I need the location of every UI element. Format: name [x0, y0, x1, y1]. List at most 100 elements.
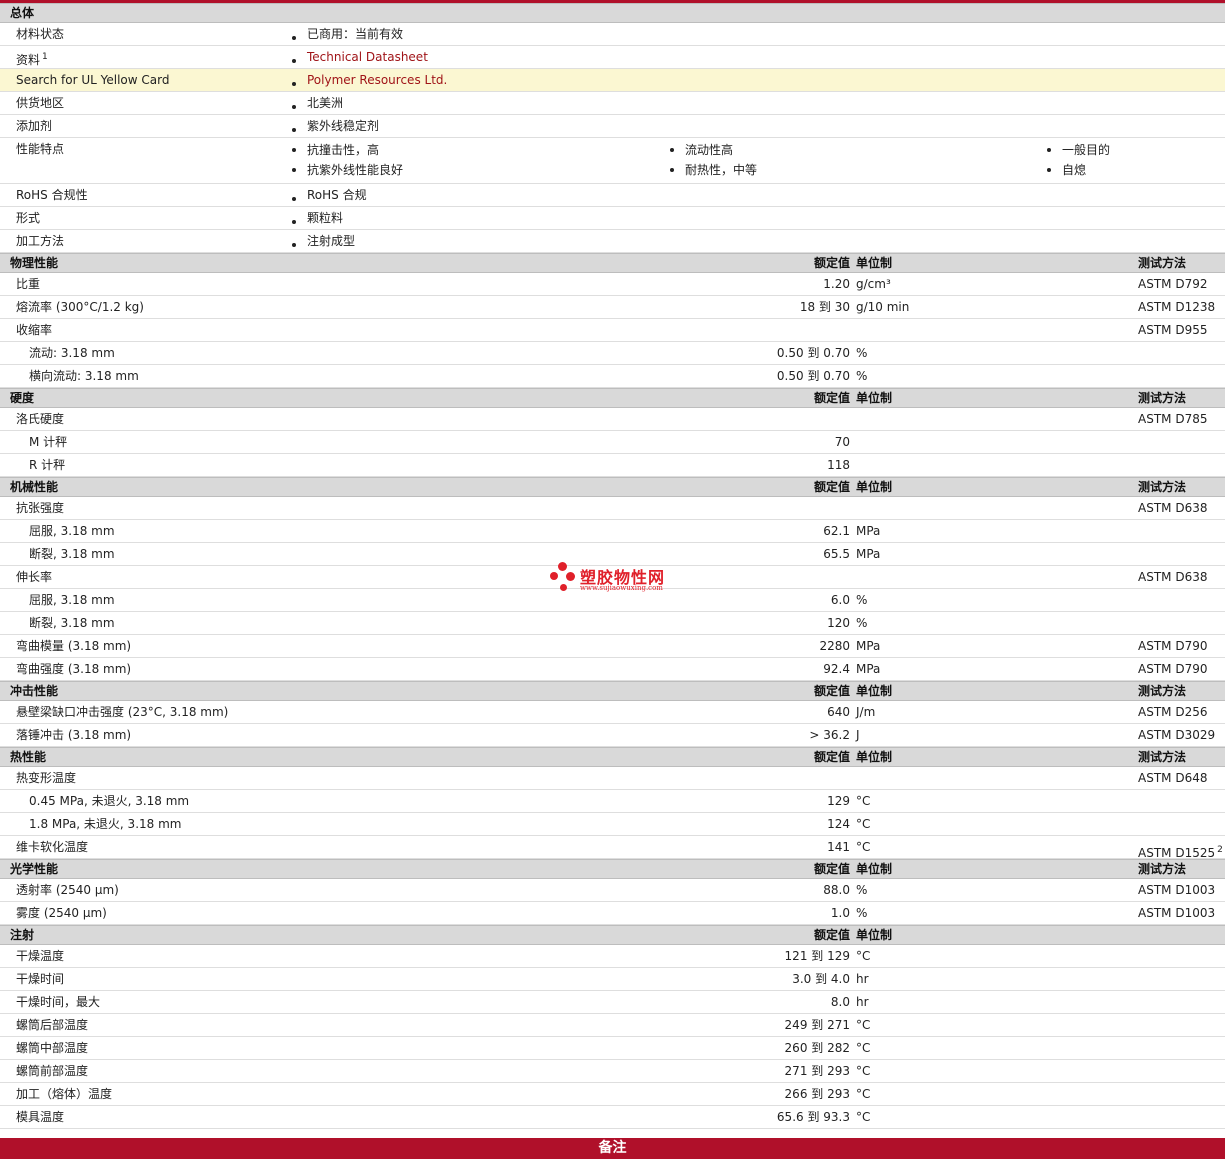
property-label: 抗张强度: [16, 501, 65, 515]
test-method: ASTM D638: [1138, 501, 1208, 515]
property-row: 比重 1.20 g/cm³ ASTM D792: [0, 273, 1225, 296]
property-label: 螺筒中部温度: [16, 1041, 89, 1055]
property-value: 120: [827, 616, 850, 630]
property-value: 62.1: [823, 524, 850, 538]
footnote-ref[interactable]: 2: [1217, 845, 1223, 855]
property-row: 螺筒前部温度 271 到 293 °C: [0, 1060, 1225, 1083]
property-label: 热变形温度: [16, 771, 77, 785]
section-header: 注射 额定值 单位制: [0, 925, 1225, 945]
property-row: 干燥温度 121 到 129 °C: [0, 945, 1225, 968]
property-value: 118: [827, 458, 850, 472]
property-label: 屈服, 3.18 mm: [29, 524, 115, 538]
property-label: 螺筒前部温度: [16, 1064, 89, 1078]
section-title: 热性能: [10, 750, 47, 764]
property-row: 熔流率 (300°C/1.2 kg) 18 到 30 g/10 min ASTM D1…: [0, 296, 1225, 319]
test-method: ASTM D3029: [1138, 728, 1216, 742]
property-label: 熔流率 (300°C/1.2 kg): [16, 300, 144, 314]
row-label: 添加剂: [16, 119, 53, 133]
feature-item: 耐热性，中等: [670, 160, 757, 180]
header-value: 额定值: [813, 862, 850, 876]
property-value: 266 到 293: [784, 1087, 850, 1101]
property-row: 干燥时间 3.0 到 4.0 hr: [0, 968, 1225, 991]
row-value: 北美洲: [292, 96, 343, 110]
section-title: 总体: [10, 6, 35, 20]
header-value: 额定值: [813, 391, 850, 405]
section-header: 物理性能 额定值 单位制 测试方法: [0, 253, 1225, 273]
property-label: 透射率 (2540 µm): [16, 883, 119, 897]
section-title: 物理性能: [10, 256, 59, 270]
property-row: 雾度 (2540 µm) 1.0% ASTM D1003: [0, 902, 1225, 925]
property-unit: MPa: [856, 662, 881, 676]
feature-item: 抗紫外线性能良好: [292, 160, 403, 180]
test-method: ASTM D792: [1138, 277, 1208, 291]
property-row: 横向流动: 3.18 mm 0.50 到 0.70%: [0, 365, 1225, 388]
test-method: ASTM D648: [1138, 771, 1208, 785]
header-unit: 单位制: [856, 480, 893, 494]
logo-dots-icon: [550, 562, 578, 594]
property-unit: hr: [856, 972, 869, 986]
property-value: 124: [827, 817, 850, 831]
property-row: 落锤冲击 (3.18 mm) > 36.2 J ASTM D3029: [0, 724, 1225, 747]
section-header: 机械性能 额定值 单位制 测试方法: [0, 477, 1225, 497]
notes-footer-bar: 备注: [0, 1138, 1225, 1159]
feature-column: 抗撞击性，高 抗紫外线性能良好: [292, 140, 403, 180]
feature-item: 自熄: [1047, 160, 1110, 180]
general-row: 添加剂 紫外线稳定剂: [0, 115, 1225, 138]
property-value: 271 到 293: [784, 1064, 850, 1078]
property-label: 干燥温度: [16, 949, 65, 963]
test-method: ASTM D955: [1138, 323, 1208, 337]
row-value: 紫外线稳定剂: [292, 119, 379, 133]
property-unit: %: [856, 369, 868, 383]
property-row: 热变形温度 ASTM D648: [0, 767, 1225, 790]
row-label: 材料状态: [16, 27, 65, 41]
general-row: 性能特点 抗撞击性，高 抗紫外线性能良好 流动性高 耐热性，中等 一般目的 自熄: [0, 138, 1225, 184]
section-title: 注射: [10, 928, 35, 942]
property-row: 加工（熔体）温度 266 到 293 °C: [0, 1083, 1225, 1106]
property-row: 0.45 MPa, 未退火, 3.18 mm 129 °C: [0, 790, 1225, 813]
row-link[interactable]: Polymer Resources Ltd.: [292, 73, 447, 87]
property-value: 88.0: [823, 883, 850, 897]
property-label: 干燥时间: [16, 972, 65, 986]
general-row: 材料状态 已商用：当前有效: [0, 23, 1225, 46]
property-label: 干燥时间，最大: [16, 995, 101, 1009]
header-value: 额定值: [813, 256, 850, 270]
property-row: 流动: 3.18 mm 0.50 到 0.70%: [0, 342, 1225, 365]
property-unit: °C: [856, 794, 871, 808]
footnote-ref[interactable]: 1: [42, 52, 48, 62]
property-value: 0.50 到 0.70: [776, 369, 850, 383]
row-link[interactable]: Technical Datasheet: [292, 50, 428, 64]
section-title: 冲击性能: [10, 684, 59, 698]
row-value: 已商用：当前有效: [292, 27, 403, 41]
header-method: 测试方法: [1138, 256, 1187, 270]
section-header: 硬度 额定值 单位制 测试方法: [0, 388, 1225, 408]
property-value: 141: [827, 840, 850, 854]
section-header: 冲击性能 额定值 单位制 测试方法: [0, 681, 1225, 701]
property-value: 70: [834, 435, 850, 449]
header-method: 测试方法: [1138, 750, 1187, 764]
property-unit: %: [856, 906, 868, 920]
property-unit: g/10 min: [856, 300, 910, 314]
property-unit: °C: [856, 1064, 871, 1078]
property-value: 260 到 282: [784, 1041, 850, 1055]
property-unit: J: [856, 728, 860, 742]
header-unit: 单位制: [856, 862, 893, 876]
property-label: 落锤冲击 (3.18 mm): [16, 728, 132, 742]
property-label: 悬壁梁缺口冲击强度 (23°C, 3.18 mm): [16, 705, 229, 719]
header-unit: 单位制: [856, 750, 893, 764]
header-unit: 单位制: [856, 928, 893, 942]
test-method: ASTM D1003: [1138, 906, 1216, 920]
test-method: ASTM D1003: [1138, 883, 1216, 897]
property-label: 断裂, 3.18 mm: [29, 616, 115, 630]
property-value: 640: [827, 705, 850, 719]
feature-item: 一般目的: [1047, 140, 1110, 160]
property-unit: °C: [856, 1018, 871, 1032]
general-row: 形式 颗粒料: [0, 207, 1225, 230]
property-unit: °C: [856, 840, 871, 854]
property-row: R 计秤 118: [0, 454, 1225, 477]
property-row: 弯曲强度 (3.18 mm) 92.4 MPa ASTM D790: [0, 658, 1225, 681]
property-value: 6.0: [830, 593, 850, 607]
property-row: 螺筒后部温度 249 到 271 °C: [0, 1014, 1225, 1037]
property-row: 1.8 MPa, 未退火, 3.18 mm 124 °C: [0, 813, 1225, 836]
property-label: 雾度 (2540 µm): [16, 906, 107, 920]
test-method: ASTM D1238: [1138, 300, 1216, 314]
